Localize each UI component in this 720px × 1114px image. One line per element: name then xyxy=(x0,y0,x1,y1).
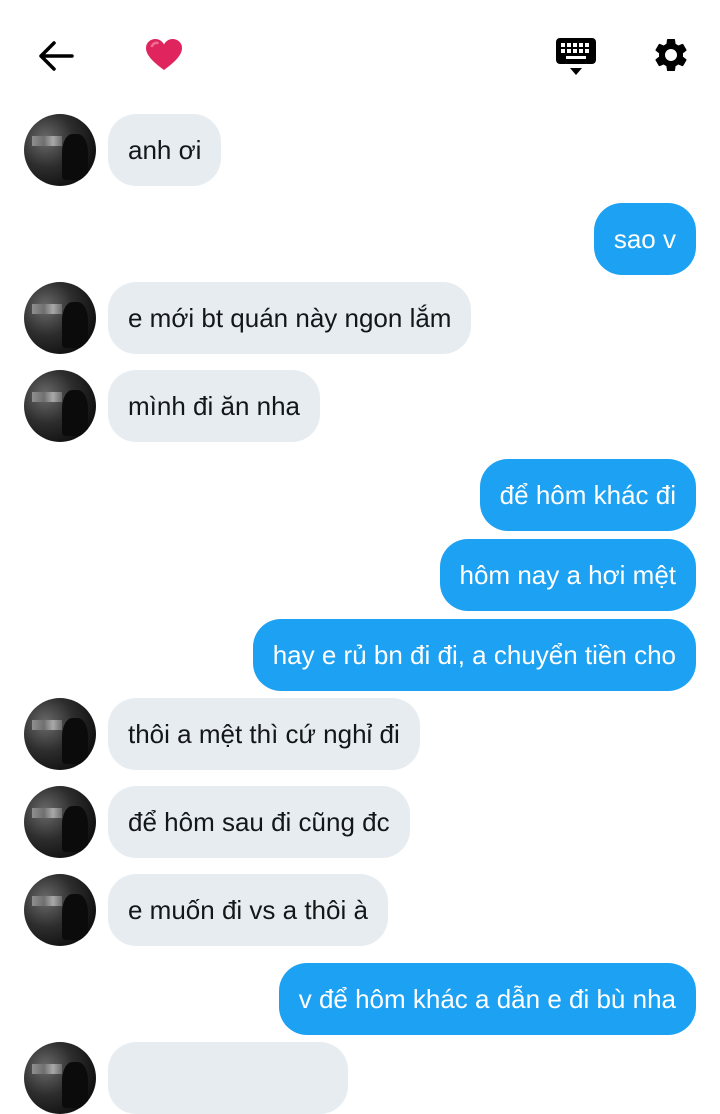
message-bubble[interactable]: hay e rủ bn đi đi, a chuyển tiền cho xyxy=(252,619,696,691)
message-row-outgoing: hôm nay a hơi mệt xyxy=(439,539,696,611)
message-row-outgoing: v để hôm khác a dẫn e đi bù nha xyxy=(278,963,696,1035)
message-row-incoming-partial xyxy=(24,1042,348,1114)
message-row-incoming: anh ơi xyxy=(24,114,222,186)
message-row-incoming: thôi a mệt thì cứ nghỉ đi xyxy=(24,698,420,770)
avatar[interactable] xyxy=(24,874,96,946)
message-bubble-partial[interactable] xyxy=(108,1042,348,1114)
avatar[interactable] xyxy=(24,1042,96,1114)
message-bubble[interactable]: để hôm khác đi xyxy=(479,459,696,531)
message-bubble[interactable]: thôi a mệt thì cứ nghỉ đi xyxy=(108,698,420,770)
message-bubble[interactable]: e mới bt quán này ngon lắm xyxy=(108,282,472,354)
message-row-incoming: mình đi ăn nha xyxy=(24,370,321,442)
avatar[interactable] xyxy=(24,698,96,770)
message-row-outgoing: hay e rủ bn đi đi, a chuyển tiền cho xyxy=(252,619,696,691)
message-bubble[interactable]: sao v xyxy=(593,203,696,275)
message-bubble[interactable]: hôm nay a hơi mệt xyxy=(439,539,696,611)
message-row-outgoing: để hôm khác đi xyxy=(479,459,696,531)
message-row-incoming: e muốn đi vs a thôi à xyxy=(24,874,388,946)
message-row-incoming: e mới bt quán này ngon lắm xyxy=(24,282,472,354)
avatar[interactable] xyxy=(24,114,96,186)
message-bubble[interactable]: e muốn đi vs a thôi à xyxy=(108,874,388,946)
avatar[interactable] xyxy=(24,786,96,858)
message-bubble[interactable]: để hôm sau đi cũng đc xyxy=(108,786,410,858)
message-thread: anh ơi sao v e mới bt quán này ngon lắm … xyxy=(0,0,720,1114)
message-bubble[interactable]: v để hôm khác a dẫn e đi bù nha xyxy=(278,963,696,1035)
avatar[interactable] xyxy=(24,370,96,442)
message-bubble[interactable]: mình đi ăn nha xyxy=(108,370,321,442)
message-bubble[interactable]: anh ơi xyxy=(108,114,222,186)
message-row-incoming: để hôm sau đi cũng đc xyxy=(24,786,410,858)
message-row-outgoing: sao v xyxy=(593,203,696,275)
avatar[interactable] xyxy=(24,282,96,354)
